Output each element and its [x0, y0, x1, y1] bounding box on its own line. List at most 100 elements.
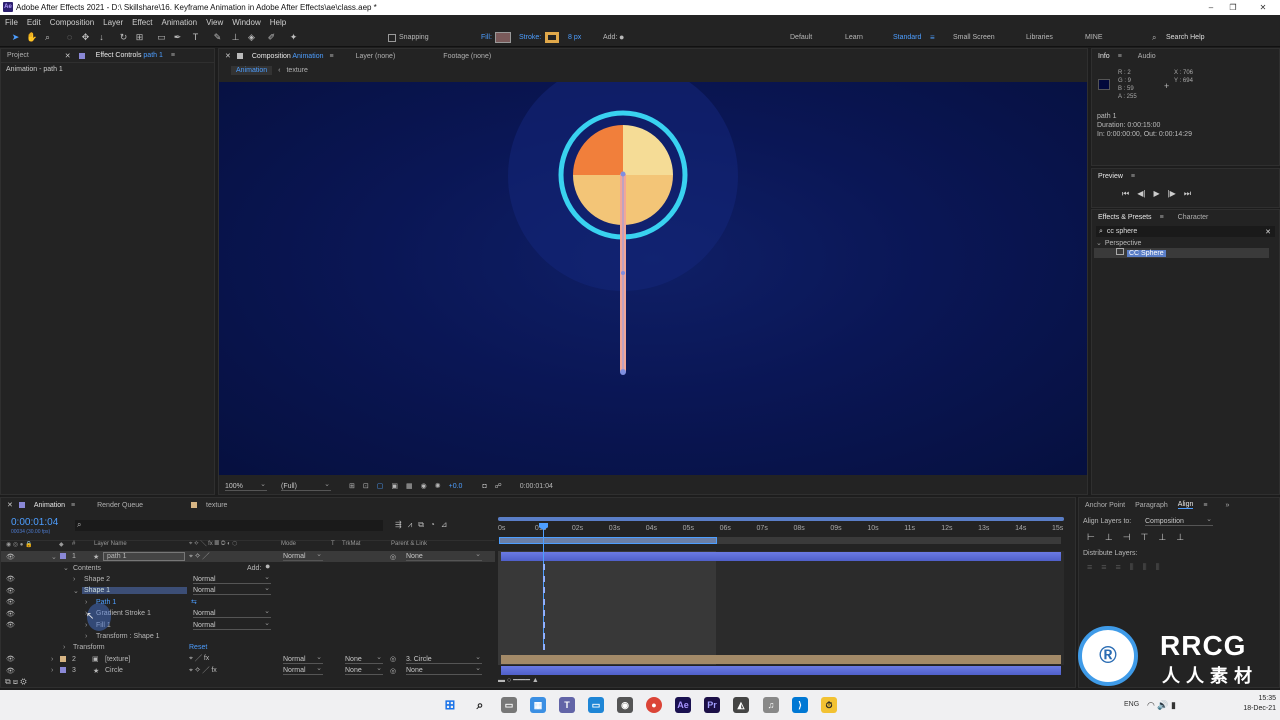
- type-tool-icon[interactable]: T: [190, 32, 201, 43]
- chevron-right-icon[interactable]: ›: [85, 622, 87, 629]
- tab-effect-controls[interactable]: Effect Controls path 1: [96, 52, 163, 59]
- transform-row[interactable]: › Transform Reset: [1, 642, 495, 653]
- distribute-bottom-icon[interactable]: ≡: [1116, 562, 1121, 573]
- breadcrumb-animation[interactable]: Animation: [231, 65, 273, 75]
- navigator-range[interactable]: [498, 517, 1064, 521]
- show-snapshot-icon[interactable]: ☍: [495, 482, 502, 490]
- trkmat-dropdown[interactable]: None: [345, 653, 383, 664]
- system-tray-icons[interactable]: ◠ 🔊 ▮: [1147, 700, 1176, 711]
- puppet-tool-icon[interactable]: ✦: [288, 32, 299, 43]
- tab-composition[interactable]: Composition Animation: [252, 53, 324, 60]
- chevron-down-icon[interactable]: ⌄: [63, 564, 69, 572]
- panel-menu-icon[interactable]: ≡: [1203, 502, 1207, 509]
- language-indicator[interactable]: ENG: [1124, 701, 1139, 708]
- time-graph[interactable]: 0s 01s 02s 03s 04s 05s 06s 07s 08s 09s 10s 11s 12s 13…: [498, 515, 1064, 687]
- stroke-width[interactable]: 8 px: [568, 34, 581, 41]
- tab-character[interactable]: Character: [1178, 214, 1209, 221]
- rectangle-tool-icon[interactable]: ▭: [156, 32, 167, 43]
- eye-icon[interactable]: 👁: [6, 655, 15, 663]
- exposure-icon[interactable]: ✺: [435, 482, 441, 490]
- chevron-right-icon[interactable]: ›: [85, 633, 87, 640]
- layer-switches[interactable]: ⌖ ╱ fx: [189, 655, 209, 663]
- effects-category[interactable]: Perspective: [1105, 240, 1142, 247]
- workspace-standard[interactable]: Standard: [893, 34, 921, 41]
- panel-menu-icon[interactable]: ≡: [171, 52, 175, 59]
- search-icon[interactable]: ⌕: [1152, 33, 1156, 43]
- parent-dropdown[interactable]: None: [406, 664, 482, 676]
- playhead[interactable]: [543, 523, 544, 648]
- layer-name[interactable]: Circle: [105, 667, 123, 674]
- keyframe-marker[interactable]: [543, 587, 545, 593]
- menu-window[interactable]: Window: [232, 18, 260, 27]
- panel-menu-icon[interactable]: ≡: [71, 502, 75, 509]
- timeline-zoom-slider[interactable]: ▬ ○ ━━━━ ▲: [498, 676, 578, 686]
- pan-tool-icon[interactable]: ✥: [80, 32, 91, 43]
- windows-start-icon[interactable]: ⊞: [442, 697, 458, 713]
- chevron-right-icon[interactable]: ›: [51, 667, 53, 674]
- minimize-button[interactable]: –: [1204, 2, 1218, 13]
- mode-header[interactable]: Mode: [281, 541, 296, 547]
- after-effects-icon[interactable]: Ae: [675, 697, 691, 713]
- blend-mode-dropdown[interactable]: Normal: [193, 573, 271, 584]
- rotate-tool-icon[interactable]: ↻: [118, 32, 129, 43]
- next-frame-button[interactable]: |▶: [1168, 189, 1176, 199]
- tab-anchor-point[interactable]: Anchor Point: [1085, 502, 1125, 509]
- chevron-right-icon[interactable]: ›: [51, 656, 53, 663]
- gradient-stroke-row[interactable]: 👁 › Gradient Stroke 1 Normal: [1, 607, 495, 619]
- trkmat-header[interactable]: TrkMat: [342, 541, 360, 547]
- fill-swatch[interactable]: [495, 32, 511, 43]
- panel-menu-icon[interactable]: ≡: [330, 53, 334, 60]
- keyframe-marker[interactable]: [543, 610, 545, 616]
- graph-editor-icon[interactable]: ⊿: [441, 520, 448, 530]
- mode-dropdown[interactable]: Normal: [283, 664, 323, 676]
- close-button[interactable]: ✕: [1256, 2, 1270, 13]
- snapshot-icon[interactable]: ◘: [482, 483, 486, 490]
- distribute-vcenter-icon[interactable]: ≡: [1101, 562, 1106, 573]
- timeline-timecode[interactable]: 0:00:01:04: [11, 517, 58, 528]
- eye-icon[interactable]: 👁: [6, 667, 15, 675]
- align-to-dropdown[interactable]: Composition: [1145, 515, 1213, 526]
- color-channels-icon[interactable]: ◉: [421, 482, 427, 490]
- menu-composition[interactable]: Composition: [50, 18, 94, 27]
- layer-switches[interactable]: ⌖ ✧ ╱: [189, 553, 209, 561]
- photos-icon[interactable]: ◭: [733, 697, 749, 713]
- tab-render-queue[interactable]: Render Queue: [97, 502, 143, 509]
- panel-menu-icon[interactable]: ≡: [1118, 53, 1122, 60]
- layer-row[interactable]: 👁 › 2 ▣ [texture] ⌖ ╱ fx Normal None ◎ 3…: [1, 653, 495, 665]
- first-frame-button[interactable]: ⏮: [1122, 189, 1129, 199]
- chevron-right-icon[interactable]: ›: [63, 644, 65, 651]
- time-navigator[interactable]: [498, 517, 1064, 521]
- shape-row[interactable]: 👁 ⌄ Shape 1 Normal: [1, 584, 495, 596]
- label-color[interactable]: [60, 553, 66, 559]
- distribute-left-icon[interactable]: ⦀: [1130, 562, 1134, 573]
- previous-frame-button[interactable]: ◀|: [1137, 189, 1145, 199]
- menu-layer[interactable]: Layer: [103, 18, 123, 27]
- add-icon[interactable]: ●: [619, 32, 624, 42]
- menu-edit[interactable]: Edit: [27, 18, 41, 27]
- distribute-hcenter-icon[interactable]: ⦀: [1143, 562, 1147, 573]
- maximize-button[interactable]: ❐: [1226, 2, 1240, 13]
- path-row[interactable]: 👁 › Path 1 ⇆: [1, 597, 495, 608]
- tab-audio[interactable]: Audio: [1138, 53, 1156, 60]
- stamp-tool-icon[interactable]: ⊥: [230, 32, 241, 43]
- workspace-libraries[interactable]: Libraries: [1026, 34, 1053, 41]
- play-button[interactable]: ▶: [1153, 189, 1159, 199]
- teams-icon[interactable]: T: [559, 697, 575, 713]
- menu-animation[interactable]: Animation: [161, 18, 197, 27]
- tab-texture[interactable]: texture: [206, 502, 227, 509]
- transform-shape-label[interactable]: Transform : Shape 1: [96, 633, 160, 640]
- eye-icon[interactable]: 👁: [6, 598, 15, 606]
- tab-footage[interactable]: Footage (none): [443, 53, 491, 60]
- blend-mode-dropdown[interactable]: Normal: [193, 619, 271, 630]
- distribute-top-icon[interactable]: ≡: [1087, 562, 1092, 573]
- keyframe-marker[interactable]: [543, 622, 545, 628]
- keyframe-marker[interactable]: [543, 576, 545, 582]
- transform-label[interactable]: Transform: [73, 644, 105, 651]
- menu-help[interactable]: Help: [270, 18, 286, 27]
- parent-dropdown[interactable]: None: [406, 550, 482, 562]
- composition-viewer[interactable]: [219, 82, 1087, 475]
- pickwhip-icon[interactable]: ◎: [390, 553, 396, 561]
- widgets-icon[interactable]: ▦: [530, 697, 546, 713]
- layer-bar-circle[interactable]: [501, 666, 1061, 675]
- transform-shape-row[interactable]: › Transform : Shape 1: [1, 631, 495, 642]
